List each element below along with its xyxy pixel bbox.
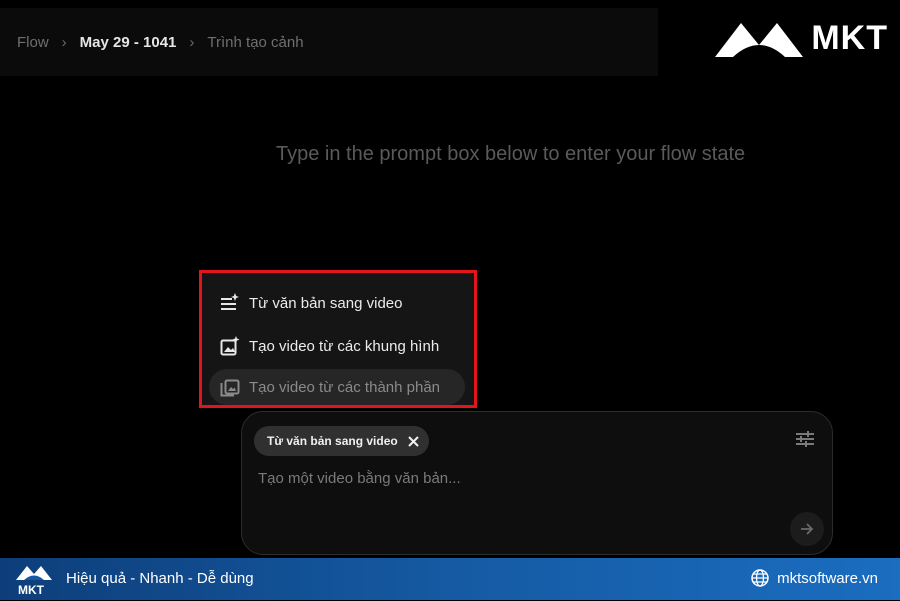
arrow-right-icon (801, 523, 814, 535)
menu-item-text-to-video[interactable]: Từ văn bản sang video (209, 285, 465, 321)
menu-item-label: Tạo video từ các thành phần (249, 378, 441, 396)
prompt-input[interactable]: Tạo một video bằng văn bản... (258, 470, 461, 487)
tune-icon[interactable] (796, 431, 814, 452)
generation-mode-menu: Từ văn bản sang video Tạo video từ các k… (199, 270, 477, 408)
menu-item-label: Tạo video từ các khung hình (249, 337, 440, 355)
menu-item-ingredients-to-video[interactable]: Tạo video từ các thành phần (209, 369, 465, 405)
mode-chip[interactable]: Từ văn bản sang video (254, 426, 429, 456)
mkt-logo: MKT (711, 15, 888, 61)
breadcrumb-flow[interactable]: Flow (17, 34, 49, 51)
text-sparkle-icon (219, 292, 241, 314)
brand-wordmark: MKT (811, 18, 888, 57)
chevron-right-icon: › (61, 33, 67, 51)
chevron-right-icon: › (189, 33, 195, 51)
image-sparkle-icon (219, 335, 241, 357)
mode-chip-label: Từ văn bản sang video (267, 434, 398, 448)
empty-state-hint: Type in the prompt box below to enter yo… (276, 143, 746, 165)
footer-logo: MKT (14, 562, 54, 601)
mountain-logo-icon (715, 23, 804, 57)
footer-banner: MKT Hiệu quả - Nhanh - Dễ dùng mktsoftwa… (0, 558, 900, 600)
close-icon[interactable] (407, 434, 421, 448)
footer-tagline: Hiệu quả - Nhanh - Dễ dùng (66, 570, 254, 587)
breadcrumb-project[interactable]: May 29 - 1041 (80, 34, 177, 51)
layers-sparkle-icon (219, 376, 241, 398)
breadcrumb-scene-builder: Trình tạo cảnh (207, 33, 304, 51)
prompt-box[interactable]: Từ văn bản sang video Tạo một video bằng… (241, 411, 833, 555)
globe-icon (751, 569, 769, 587)
footer-website-text: mktsoftware.vn (777, 569, 878, 587)
breadcrumb: Flow › May 29 - 1041 › Trình tạo cảnh (0, 8, 658, 76)
menu-item-frames-to-video[interactable]: Tạo video từ các khung hình (209, 328, 465, 364)
footer-logo-text: MKT (18, 583, 44, 597)
footer-website[interactable]: mktsoftware.vn (751, 569, 878, 587)
send-button[interactable] (790, 512, 824, 546)
menu-item-label: Từ văn bản sang video (249, 294, 403, 312)
